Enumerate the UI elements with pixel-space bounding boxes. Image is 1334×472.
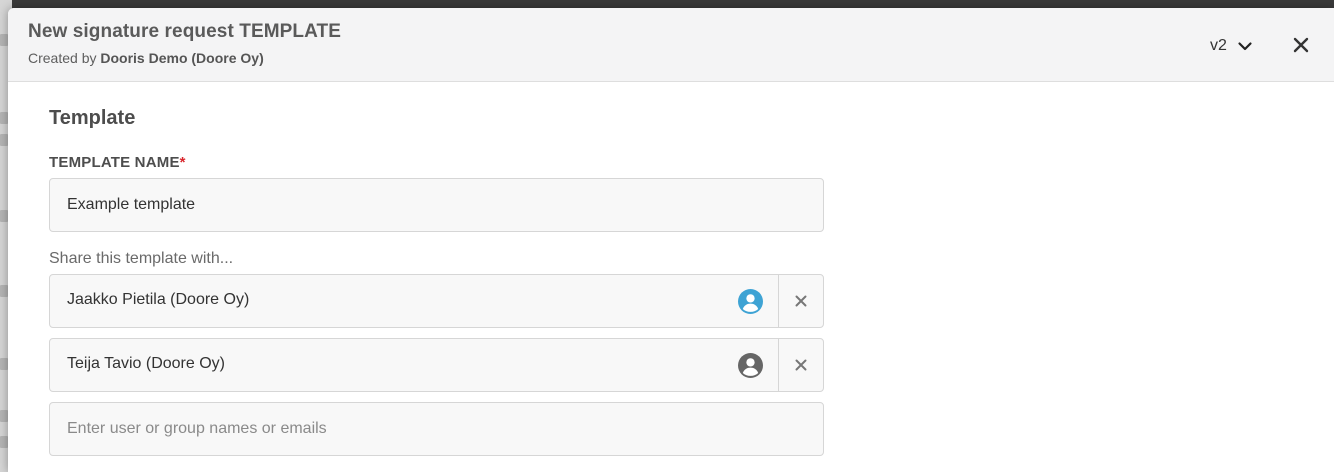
remove-user-button[interactable] (778, 339, 823, 391)
chevron-down-icon (1238, 42, 1252, 51)
user-circle-icon (738, 353, 763, 378)
shared-user-row: Teija Tavio (Doore Oy) (49, 338, 824, 392)
created-by-name: Dooris Demo (Doore Oy) (100, 50, 264, 66)
modal-title: New signature request TEMPLATE (28, 21, 342, 42)
modal-header: New signature request TEMPLATE Created b… (8, 8, 1334, 82)
shared-user-name: Jaakko Pietila (Doore Oy) (67, 291, 250, 308)
user-circle-icon (738, 289, 763, 314)
close-icon (795, 295, 807, 307)
close-icon (795, 359, 807, 371)
share-label: Share this template with... (49, 250, 234, 267)
modal-subtitle: Created by Dooris Demo (Doore Oy) (28, 50, 264, 66)
template-name-input[interactable]: Example template (49, 178, 824, 232)
remove-user-button[interactable] (778, 275, 823, 327)
close-button[interactable] (1290, 34, 1312, 56)
version-label: v2 (1210, 37, 1227, 54)
version-dropdown[interactable]: v2 (1210, 34, 1253, 58)
template-name-label: TEMPLATE NAME* (49, 154, 186, 171)
section-title: Template (49, 107, 136, 129)
created-by-prefix: Created by (28, 50, 97, 66)
signature-template-modal: New signature request TEMPLATE Created b… (8, 8, 1334, 472)
required-marker: * (179, 154, 186, 171)
close-icon (1293, 37, 1309, 53)
shared-user-name: Teija Tavio (Doore Oy) (67, 355, 225, 372)
share-search-input[interactable] (49, 402, 824, 456)
shared-user-row: Jaakko Pietila (Doore Oy) (49, 274, 824, 328)
template-name-label-text: TEMPLATE NAME (49, 154, 180, 171)
